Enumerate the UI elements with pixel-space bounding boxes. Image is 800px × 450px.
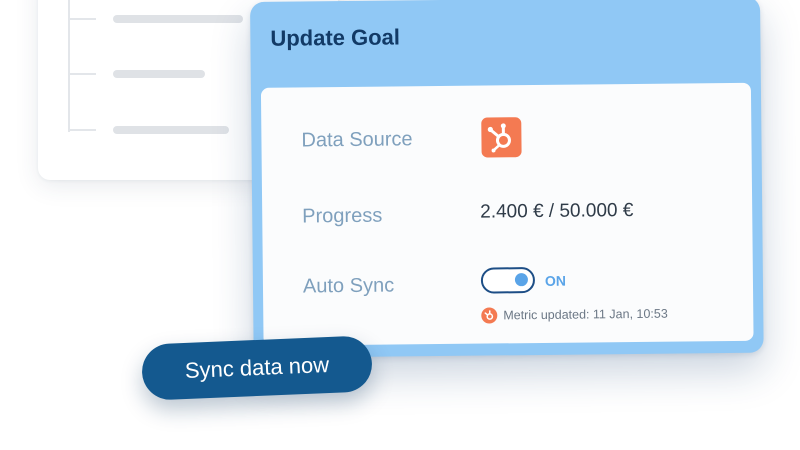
auto-sync-toggle[interactable]	[480, 267, 536, 294]
placeholder-row	[113, 126, 229, 134]
auto-sync-state: ON	[544, 272, 567, 289]
placeholder-row	[113, 15, 243, 23]
toggle-knob	[514, 273, 528, 287]
metric-updated-row: Metric updated: 11 Jan, 10:53	[481, 306, 668, 324]
data-source-label: Data Source	[301, 128, 413, 152]
placeholder-row	[113, 70, 205, 78]
tree-branch	[68, 73, 96, 75]
progress-value: 2.400 € / 50.000 €	[480, 199, 634, 223]
metric-updated-text: Metric updated: 11 Jan, 10:53	[503, 306, 668, 323]
tree-branch	[68, 18, 96, 20]
hubspot-icon[interactable]	[481, 117, 522, 158]
hubspot-small-icon	[481, 307, 498, 324]
update-goal-modal: Update Goal Data Source Progress 2.400 €…	[250, 0, 764, 358]
auto-sync-label: Auto Sync	[302, 274, 395, 298]
sync-data-now-button[interactable]: Sync data now	[140, 335, 374, 401]
stage: Update Goal Data Source Progress 2.400 €…	[0, 0, 800, 450]
progress-label: Progress	[302, 204, 383, 228]
tree-branch	[68, 129, 96, 131]
modal-title: Update Goal	[270, 24, 401, 51]
modal-body: Data Source Progress 2.400 € / 50.000 € …	[260, 82, 754, 346]
